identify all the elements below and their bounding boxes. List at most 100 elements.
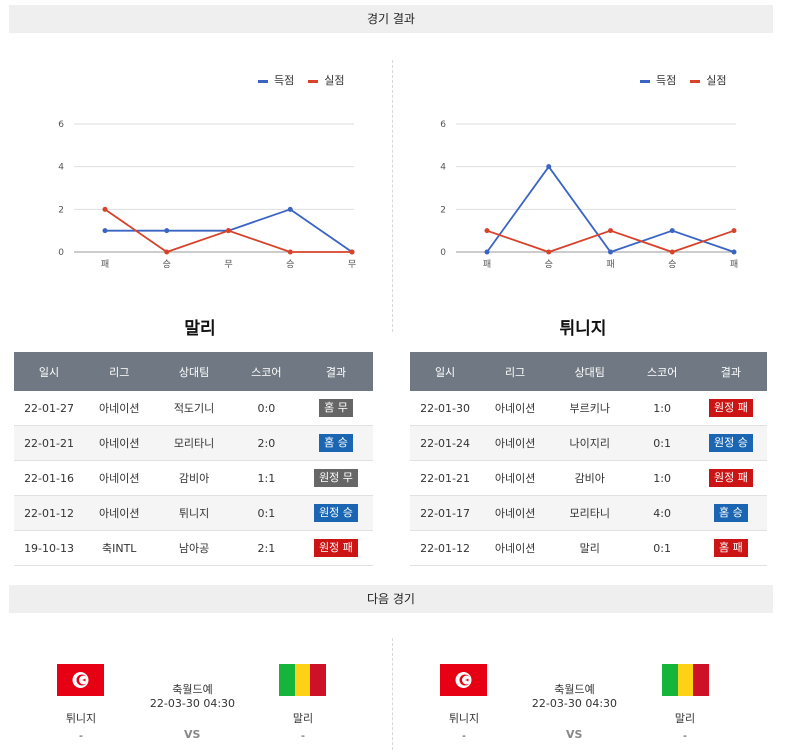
legend-score: 득점 (640, 74, 676, 87)
date-cell: 22-01-16 (14, 460, 85, 496)
mali-flag-icon (662, 664, 709, 696)
league-cell: 아네이션 (480, 425, 550, 461)
data-point[interactable] (731, 228, 737, 234)
y-tick-label: 0 (58, 248, 64, 258)
league-cell: 아네이션 (84, 425, 155, 461)
y-tick-label: 2 (440, 205, 446, 215)
table-row: 22-01-17 아네이션 모리타니 4:0 홈 승 (410, 495, 767, 531)
result-badge: 원정 패 (708, 399, 753, 417)
score-cell: 2:1 (233, 530, 299, 566)
y-tick-label: 2 (58, 205, 64, 215)
result-badge: 원정 승 (314, 504, 358, 522)
data-point[interactable] (608, 249, 613, 255)
data-point[interactable] (484, 249, 490, 255)
x-tick-label: 패 (101, 259, 109, 270)
match-datetime: 22-03-30 04:30 (149, 697, 236, 710)
data-point[interactable] (669, 249, 675, 255)
opponent-cell: 모리타니 (154, 425, 234, 461)
away-team-name: 말리 (674, 712, 696, 725)
table-row: 22-01-12 아네이션 튀니지 0:1 원정 승 (14, 495, 373, 531)
date-cell: 22-01-21 (410, 460, 481, 496)
result-cell: 홈 승 (694, 495, 767, 531)
next-divider (392, 638, 393, 750)
result-badge: 원정 패 (708, 469, 753, 487)
result-badge: 홈 무 (319, 399, 353, 417)
col-header-result: 결과 (694, 352, 767, 391)
vs-label: VS (184, 728, 201, 741)
y-tick-label: 6 (440, 120, 446, 130)
result-badge: 홈 승 (319, 434, 353, 452)
score-cell: 4:0 (629, 495, 695, 531)
series-line-concede (486, 229, 735, 253)
data-point[interactable] (608, 228, 613, 234)
x-tick-label: 패 (730, 259, 738, 270)
score-cell: 2:0 (233, 425, 299, 461)
data-point[interactable] (287, 249, 293, 255)
league-cell: 아네이션 (480, 460, 550, 496)
chart-legend: 득점 실점 (640, 72, 727, 88)
date-cell: 22-01-12 (14, 495, 85, 531)
date-cell: 22-01-17 (410, 495, 481, 531)
y-tick-label: 6 (58, 120, 64, 130)
opponent-cell: 남아공 (154, 530, 234, 566)
x-tick-label: 승 (286, 259, 294, 270)
league-cell: 축INTL (84, 530, 155, 566)
result-cell: 원정 승 (298, 495, 373, 531)
data-point[interactable] (102, 206, 108, 212)
data-point[interactable] (731, 249, 737, 255)
result-cell: 홈 승 (298, 425, 373, 461)
table-row: 22-01-24 아네이션 나이지리 0:1 원정 승 (410, 425, 767, 461)
data-point[interactable] (546, 249, 552, 255)
data-point[interactable] (164, 228, 170, 234)
result-cell: 원정 패 (694, 391, 767, 426)
result-cell: 원정 무 (298, 460, 373, 496)
date-cell: 22-01-21 (14, 425, 85, 461)
x-tick-label: 패 (606, 259, 614, 270)
data-point[interactable] (484, 228, 490, 234)
data-point[interactable] (226, 228, 231, 234)
legend-concede: 실점 (690, 74, 727, 87)
result-badge: 원정 승 (708, 434, 753, 452)
result-badge: 원정 패 (314, 539, 358, 557)
y-tick-label: 4 (58, 163, 64, 173)
table-row: 19-10-13 축INTL 남아공 2:1 원정 패 (14, 530, 373, 566)
opponent-cell: 튀니지 (154, 495, 234, 531)
x-tick-label: 승 (545, 259, 553, 270)
chart-divider (392, 60, 393, 332)
score-cell: 1:1 (233, 460, 299, 496)
date-cell: 22-01-27 (14, 391, 85, 426)
result-cell: 홈 패 (694, 530, 767, 566)
match-league: 축월드예 (172, 683, 213, 696)
col-header-opponent: 상대팀 (550, 352, 630, 391)
y-tick-label: 0 (440, 248, 446, 258)
opponent-cell: 말리 (550, 530, 630, 566)
away-score: - (301, 729, 305, 742)
match-league: 축월드예 (554, 683, 595, 696)
table-row: 22-01-30 아네이션 부르키나 1:0 원정 패 (410, 391, 767, 426)
y-tick-label: 4 (440, 163, 446, 173)
result-badge: 홈 패 (714, 539, 748, 557)
score-cell: 0:1 (629, 425, 695, 461)
data-point[interactable] (349, 249, 355, 255)
table-row: 22-01-21 아네이션 모리타니 2:0 홈 승 (14, 425, 373, 461)
league-cell: 아네이션 (480, 391, 550, 426)
data-point[interactable] (669, 228, 675, 234)
tunisia-flag-icon (57, 664, 104, 696)
date-cell: 22-01-24 (410, 425, 481, 461)
col-header-score: 스코어 (629, 352, 695, 391)
date-cell: 22-01-30 (410, 391, 481, 426)
data-point[interactable] (164, 249, 170, 255)
league-cell: 아네이션 (480, 495, 550, 531)
data-point[interactable] (287, 206, 293, 212)
col-header-score: 스코어 (233, 352, 299, 391)
col-header-opponent: 상대팀 (154, 352, 234, 391)
x-tick-label: 무 (348, 259, 356, 270)
league-cell: 아네이션 (84, 495, 155, 531)
table-row: 22-01-21 아네이션 감비아 1:0 원정 패 (410, 460, 767, 496)
result-cell: 홈 무 (298, 391, 373, 426)
home-team-name: 튀니지 (65, 712, 97, 725)
data-point[interactable] (102, 228, 108, 234)
opponent-cell: 모리타니 (550, 495, 630, 531)
data-point[interactable] (546, 164, 552, 170)
legend-score: 득점 (258, 74, 294, 87)
